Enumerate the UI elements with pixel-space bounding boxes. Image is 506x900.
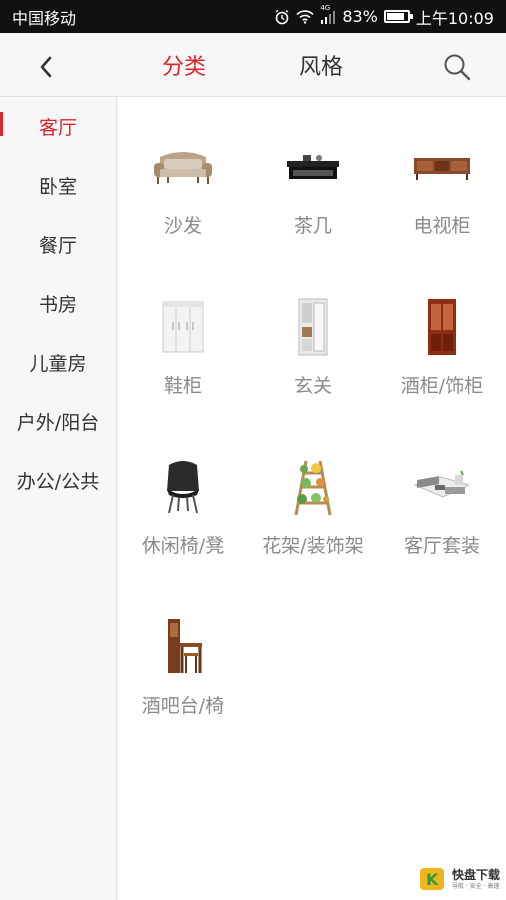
category-tv-cabinet[interactable]: 电视柜 xyxy=(378,131,506,291)
category-shoe-cabinet[interactable]: 鞋柜 xyxy=(118,291,248,451)
category-label: 沙发 xyxy=(163,215,202,237)
category-plant-stand[interactable]: 花架/装饰架 xyxy=(248,451,378,611)
lounge-chair-icon xyxy=(148,451,218,523)
carrier-name: 中国移动 xyxy=(12,8,77,28)
category-sofa[interactable]: 沙发 xyxy=(118,131,248,291)
category-label: 酒吧台/椅 xyxy=(141,695,225,717)
category-label: 电视柜 xyxy=(413,215,471,237)
back-button[interactable] xyxy=(30,51,62,83)
entryway-cabinet-icon xyxy=(278,291,348,363)
category-entryway[interactable]: 玄关 xyxy=(248,291,378,451)
category-wine-cabinet[interactable]: 酒柜/饰柜 xyxy=(378,291,506,451)
signal-icon: 4G xyxy=(320,4,336,24)
sidebar-item-office-public[interactable]: 办公/公共 xyxy=(0,451,116,510)
sidebar-item-label: 户外/阳台 xyxy=(16,412,100,434)
sidebar-item-outdoor-balcony[interactable]: 户外/阳台 xyxy=(0,392,116,451)
battery-icon xyxy=(383,10,413,23)
sofa-icon xyxy=(148,131,218,203)
watermark-text: 快盘下载 xyxy=(451,867,500,882)
category-label: 客厅套装 xyxy=(403,535,480,557)
room-sidebar: 客厅 卧室 餐厅 书房 儿童房 户外/阳台 办公/公共 xyxy=(0,97,117,900)
sidebar-item-label: 餐厅 xyxy=(38,235,77,257)
clock: 上午10:09 xyxy=(415,8,494,28)
search-button[interactable] xyxy=(442,52,474,84)
category-label: 酒柜/饰柜 xyxy=(400,375,484,397)
sidebar-item-label: 卧室 xyxy=(38,176,77,198)
plant-stand-icon xyxy=(278,451,348,523)
category-label: 玄关 xyxy=(293,375,332,397)
coffee-table-icon xyxy=(278,131,348,203)
sidebar-item-label: 办公/公共 xyxy=(16,471,100,493)
watermark-logo: K 快盘下载 导航 · 安全 · 高速 xyxy=(418,866,500,892)
battery-percent: 83% xyxy=(342,7,378,26)
bar-counter-icon xyxy=(148,611,218,683)
tab-category[interactable]: 分类 xyxy=(162,49,206,81)
sidebar-item-label: 书房 xyxy=(38,294,77,316)
tv-cabinet-icon xyxy=(407,131,477,203)
category-coffee-table[interactable]: 茶几 xyxy=(248,131,378,291)
category-living-room-set[interactable]: 客厅套装 xyxy=(378,451,506,611)
sidebar-item-bedroom[interactable]: 卧室 xyxy=(0,156,116,215)
kuaipan-logo-icon: K xyxy=(419,868,444,890)
sidebar-item-kids-room[interactable]: 儿童房 xyxy=(0,333,116,392)
shoe-cabinet-icon xyxy=(148,291,218,363)
wine-cabinet-icon xyxy=(407,291,477,363)
chevron-left-icon xyxy=(40,56,52,78)
logo-letter: K xyxy=(426,870,439,889)
category-bar-counter[interactable]: 酒吧台/椅 xyxy=(118,611,248,771)
sidebar-item-label: 儿童房 xyxy=(29,353,87,375)
category-lounge-chair[interactable]: 休闲椅/凳 xyxy=(118,451,248,611)
wifi-icon xyxy=(296,9,314,24)
sidebar-item-dining-room[interactable]: 餐厅 xyxy=(0,215,116,274)
status-bar: 中国移动 4G 83% 上午10:09 xyxy=(0,0,506,33)
top-nav-bar: 分类 风格 xyxy=(0,33,506,97)
category-label: 鞋柜 xyxy=(163,375,202,397)
alarm-icon xyxy=(274,9,290,25)
category-label: 休闲椅/凳 xyxy=(141,535,225,557)
search-icon xyxy=(444,54,471,81)
sidebar-item-study[interactable]: 书房 xyxy=(0,274,116,333)
sidebar-item-label: 客厅 xyxy=(38,117,77,139)
sidebar-item-living-room[interactable]: 客厅 xyxy=(0,97,116,156)
category-label: 花架/装饰架 xyxy=(262,535,364,557)
category-grid-panel: 沙发 茶几 电视柜 鞋柜 玄关 酒柜/饰柜 休闲椅/凳 花架/装饰架 客厅套装 … xyxy=(118,97,506,900)
living-room-set-icon xyxy=(407,451,477,523)
network-type: 4G xyxy=(320,3,331,12)
tab-style[interactable]: 风格 xyxy=(299,49,343,81)
category-label: 茶几 xyxy=(293,215,332,237)
watermark-subtext: 导航 · 安全 · 高速 xyxy=(451,882,500,890)
